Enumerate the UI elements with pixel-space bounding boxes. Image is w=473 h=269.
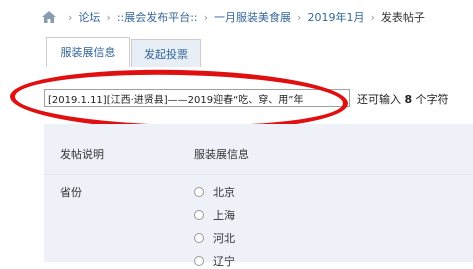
radio-button[interactable] (194, 233, 204, 243)
province-name: 河北 (213, 232, 235, 245)
tab-expo-info[interactable]: 服装展信息 (46, 37, 130, 68)
home-icon[interactable] (42, 11, 56, 23)
province-name: 上海 (213, 209, 235, 222)
breadcrumb-separator: › (106, 10, 111, 24)
remain-prefix: 还可输入 (357, 93, 401, 106)
province-name: 北京 (213, 186, 235, 199)
radio-button[interactable] (194, 210, 204, 220)
breadcrumb-platform-link[interactable]: ::展会发布平台:: (117, 9, 198, 25)
province-option-liaoning[interactable]: 辽宁 (194, 253, 235, 269)
post-form: 发帖说明 服装展信息 省份 北京 上海 河北 辽宁 (44, 124, 473, 268)
radio-button[interactable] (194, 256, 204, 266)
breadcrumb-current: 发表帖子 (380, 11, 425, 24)
province-option-hebei[interactable]: 河北 (194, 230, 235, 246)
breadcrumb-month-link[interactable]: 2019年1月 (307, 9, 364, 25)
breadcrumb-separator: › (68, 10, 73, 24)
tab-start-poll[interactable]: 发起投票 (131, 39, 201, 68)
breadcrumb-forum-link[interactable]: 论坛 (78, 9, 100, 25)
remain-count: 8 (404, 93, 413, 106)
remaining-characters: 还可输入 8 个字符 (357, 91, 449, 107)
breadcrumb-separator: › (203, 10, 209, 24)
breadcrumb: › 论坛 › ::展会发布平台:: › 一月服装美食展 › 2019年1月 › … (0, 0, 473, 34)
breadcrumb-expo-link[interactable]: 一月服装美食展 (214, 9, 291, 25)
post-description-label: 发帖说明 (60, 148, 104, 161)
breadcrumb-separator: › (297, 10, 302, 24)
post-tabs: 服装展信息 发起投票 (0, 34, 473, 68)
breadcrumb-separator: › (370, 10, 375, 24)
subject-row: [2019.1.11][江西·进贤县]——2019迎春“吃、穿、用”年 还可输入… (0, 67, 473, 122)
province-option-shanghai[interactable]: 上海 (194, 207, 235, 223)
province-option-beijing[interactable]: 北京 (194, 184, 235, 200)
form-divider (44, 174, 473, 175)
subject-input[interactable]: [2019.1.11][江西·进贤县]——2019迎春“吃、穿、用”年 (44, 89, 350, 107)
province-name: 辽宁 (213, 255, 235, 268)
province-label: 省份 (60, 186, 82, 199)
radio-button[interactable] (194, 187, 204, 197)
remain-suffix: 个字符 (415, 93, 449, 106)
post-description-value: 服装展信息 (194, 148, 249, 161)
